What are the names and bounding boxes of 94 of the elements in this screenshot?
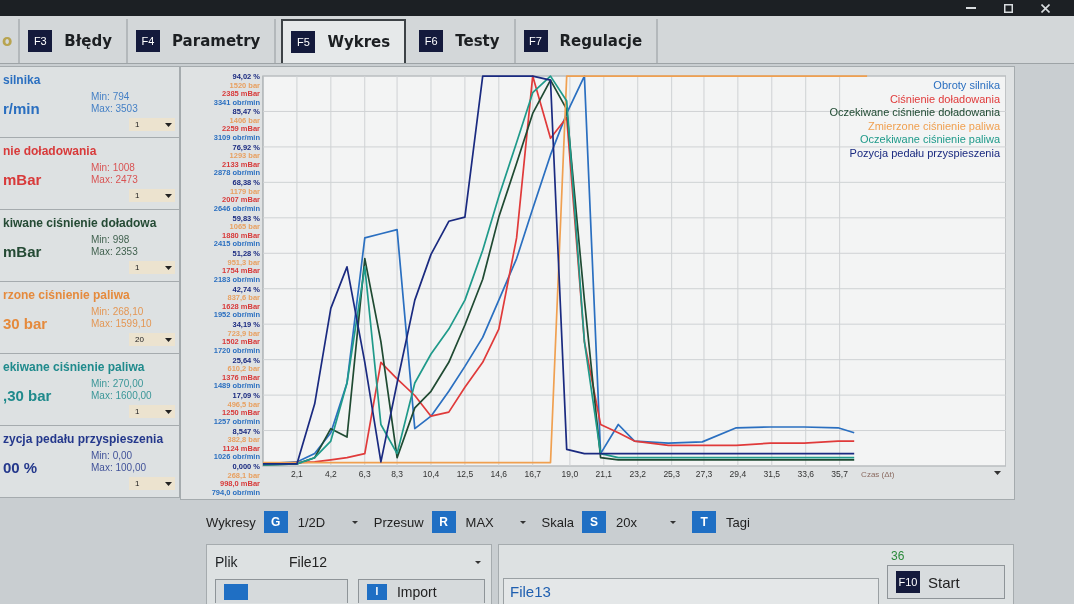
caret-icon bbox=[165, 193, 172, 198]
control-label: Skala bbox=[541, 514, 575, 530]
x-tick-label: 33,6 bbox=[797, 469, 814, 479]
key-badge: F3 bbox=[28, 30, 53, 52]
min-value: Min: 998 bbox=[91, 234, 131, 246]
channel-value: 00 % bbox=[3, 459, 38, 478]
min-value: Min: 270,00 bbox=[91, 378, 145, 390]
key-badge: F6 bbox=[419, 30, 444, 52]
x-tick-label: 23,2 bbox=[629, 469, 646, 479]
x-tick-label: 35,7 bbox=[831, 469, 848, 479]
min-value: Min: 268,10 bbox=[91, 306, 145, 318]
x-tick-label: 19,0 bbox=[561, 469, 579, 479]
key-badge: T bbox=[692, 511, 717, 533]
caret-icon bbox=[351, 520, 358, 524]
caret-icon bbox=[519, 520, 526, 524]
key-badge: R bbox=[431, 511, 456, 533]
maximize-icon[interactable] bbox=[1004, 3, 1013, 13]
key-badge: S bbox=[582, 511, 607, 533]
x-axis-title: Czas (Δt) bbox=[861, 470, 895, 479]
channel-title: nie doładowania bbox=[3, 144, 98, 158]
file-dropdown[interactable]: File12 bbox=[289, 552, 485, 572]
legend-label: Obroty silnika bbox=[933, 79, 1000, 91]
channel-value: mBar bbox=[3, 171, 42, 190]
caret-icon bbox=[475, 560, 481, 564]
channel-value: mBar bbox=[3, 243, 42, 262]
key-badge: F7 bbox=[523, 30, 548, 52]
caret-icon bbox=[165, 481, 172, 486]
badge-icon bbox=[224, 583, 248, 600]
counter-text: 36 bbox=[891, 549, 905, 563]
x-tick-label: 10,4 bbox=[422, 469, 440, 479]
start-button[interactable]: F10 Start bbox=[887, 565, 1005, 599]
min-value: Min: 0,00 bbox=[91, 450, 134, 462]
key-badge: F4 bbox=[136, 30, 160, 52]
x-tick-label: 25,3 bbox=[663, 469, 680, 479]
max-value: Max: 1600,00 bbox=[91, 390, 153, 402]
x-tick-label: 12,5 bbox=[456, 469, 474, 479]
key-badge: I bbox=[366, 583, 387, 600]
caret-icon bbox=[165, 265, 172, 270]
legend-label: Pozycja pedału przyspieszenia bbox=[849, 147, 1000, 159]
scale-dropdown[interactable]: 1 bbox=[129, 261, 175, 274]
dropdown[interactable]: 1/2D bbox=[295, 512, 360, 532]
min-value: Min: 794 bbox=[91, 91, 131, 103]
legend-label: Ciśnienie doładowania bbox=[889, 92, 1000, 105]
x-tick-label: 6,3 bbox=[358, 469, 371, 479]
scale-dropdown[interactable]: 1 bbox=[129, 189, 175, 202]
channel-title: rzone ciśnienie paliwa bbox=[3, 288, 131, 302]
channel-title: kiwane ciśnienie doładowa bbox=[3, 216, 158, 230]
action-button[interactable]: I Import bbox=[357, 579, 485, 603]
x-tick-label: 14,6 bbox=[490, 469, 508, 479]
caret-icon bbox=[165, 409, 172, 414]
legend-label: Oczekiwane ciśnienie doładowania bbox=[829, 106, 1000, 119]
max-value: Max: 1599,10 bbox=[91, 318, 153, 330]
x-tick-label: 21,1 bbox=[595, 469, 613, 479]
legend-label: Zmierzone ciśnienie paliwa bbox=[867, 119, 1000, 132]
max-value: Max: 2473 bbox=[91, 174, 139, 186]
x-tick-label: 27,3 bbox=[695, 469, 713, 479]
dropdown[interactable]: MAX bbox=[463, 512, 528, 532]
dropdown[interactable]: 20x bbox=[614, 512, 679, 532]
x-tick-label: 31,5 bbox=[763, 469, 781, 479]
legend-label: Oczekiwane ciśnienie paliwa bbox=[860, 133, 1000, 146]
close-icon[interactable] bbox=[1041, 3, 1050, 13]
channel-title: ekiwane ciśnienie paliwa bbox=[3, 360, 146, 374]
scale-dropdown[interactable]: 1 bbox=[129, 477, 175, 490]
x-tick-label: 29,4 bbox=[729, 469, 747, 479]
toggle-button[interactable]: Tagi bbox=[724, 512, 752, 532]
tab[interactable]: F5 Wykres bbox=[281, 19, 407, 63]
key-badge: G bbox=[263, 511, 288, 533]
scale-dropdown[interactable]: 1 bbox=[129, 118, 175, 131]
max-value: Max: 100,00 bbox=[91, 462, 148, 474]
caret-icon bbox=[670, 520, 677, 524]
file-name-field[interactable]: File13 bbox=[503, 578, 879, 604]
channel-value: 30 bar bbox=[3, 315, 48, 334]
x-tick-label: 16,7 bbox=[524, 469, 541, 479]
channel-title: zycja pedału przyspieszenia bbox=[3, 432, 165, 446]
x-tick-label: 2,1 bbox=[291, 469, 303, 479]
blank-button[interactable] bbox=[215, 579, 348, 603]
key-badge: F5 bbox=[291, 31, 316, 53]
caret-icon[interactable] bbox=[994, 471, 1001, 475]
control-label: Przesuw bbox=[373, 514, 424, 530]
scale-dropdown[interactable]: 20 bbox=[129, 333, 175, 346]
x-tick-label: 4,2 bbox=[324, 469, 337, 479]
max-value: Max: 2353 bbox=[91, 246, 139, 258]
min-value: Min: 1008 bbox=[91, 162, 136, 174]
file-label: Plik bbox=[215, 554, 239, 570]
x-tick-label: 8,3 bbox=[391, 469, 403, 479]
channel-value: r/min bbox=[3, 100, 40, 119]
caret-icon bbox=[165, 337, 172, 342]
channel-title: silnika bbox=[3, 73, 42, 87]
max-value: Max: 3503 bbox=[91, 103, 139, 115]
caret-icon bbox=[165, 122, 172, 127]
control-label: Wykresy bbox=[206, 514, 256, 530]
channel-value: ,30 bar bbox=[3, 387, 52, 406]
scale-dropdown[interactable]: 1 bbox=[129, 405, 175, 418]
key-badge: F10 bbox=[896, 571, 920, 593]
